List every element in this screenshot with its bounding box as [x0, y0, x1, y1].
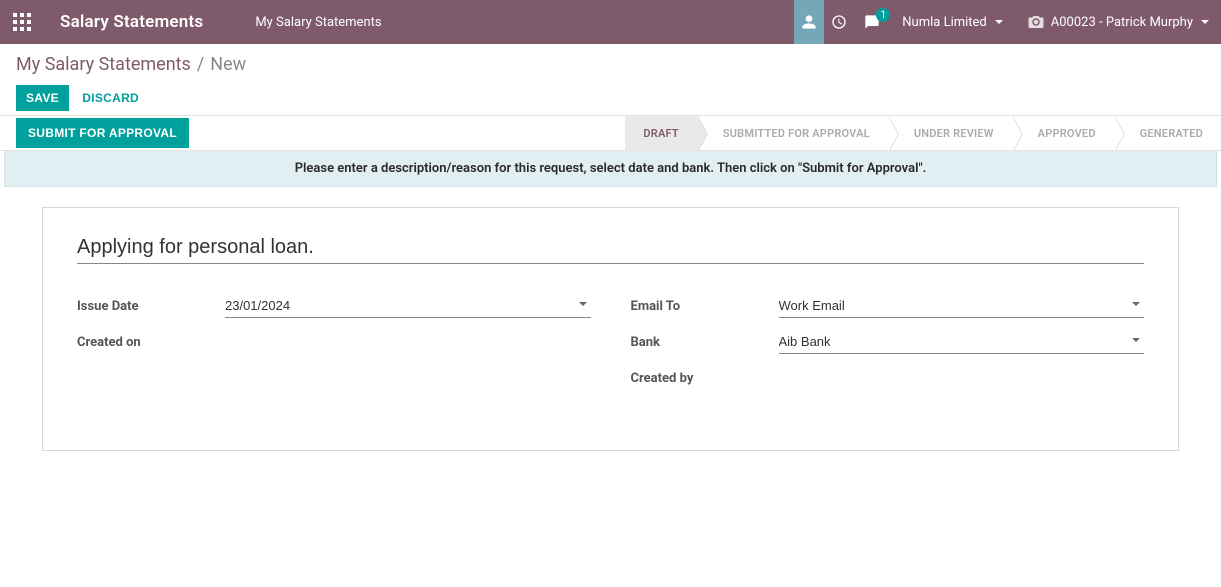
breadcrumb: My Salary Statements / New	[16, 54, 1205, 75]
save-button[interactable]: SAVE	[16, 85, 69, 111]
systray-activity-icon[interactable]	[824, 0, 854, 44]
bank-select[interactable]	[779, 330, 1145, 354]
info-banner: Please enter a description/reason for th…	[4, 151, 1217, 187]
status-step-submitted[interactable]: SUBMITTED FOR APPROVAL	[697, 116, 888, 150]
systray-messaging-icon[interactable]: 1	[854, 0, 890, 44]
user-icon	[801, 14, 817, 30]
chevron-down-icon	[1201, 20, 1209, 24]
breadcrumb-root[interactable]: My Salary Statements	[16, 54, 191, 75]
chevron-down-icon	[995, 20, 1003, 24]
form-column-right: Email To Bank Created by	[631, 292, 1145, 400]
label-bank: Bank	[631, 335, 779, 350]
sheet-wrap: Issue Date Created on Email To	[0, 187, 1221, 471]
company-name: Numla Limited	[902, 15, 987, 30]
description-input[interactable]	[77, 232, 1144, 264]
status-step-generated[interactable]: GENERATED	[1114, 116, 1221, 150]
breadcrumb-current: New	[210, 54, 246, 75]
status-step-draft[interactable]: DRAFT	[625, 116, 696, 150]
label-created-on: Created on	[77, 335, 225, 350]
apps-grid-icon	[13, 13, 31, 31]
label-created-by: Created by	[631, 371, 779, 386]
menu-my-salary-statements[interactable]: My Salary Statements	[243, 15, 393, 30]
user-name: A00023 - Patrick Murphy	[1051, 15, 1193, 30]
status-steps: DRAFT SUBMITTED FOR APPROVAL UNDER REVIE…	[625, 116, 1221, 150]
label-issue-date: Issue Date	[77, 299, 225, 314]
discard-button[interactable]: DISCARD	[72, 85, 149, 111]
label-email-to: Email To	[631, 299, 779, 314]
breadcrumb-separator: /	[197, 54, 204, 75]
chat-badge: 1	[876, 8, 890, 22]
user-dropdown[interactable]: A00023 - Patrick Murphy	[1015, 13, 1221, 31]
camera-icon	[1027, 13, 1045, 31]
statusbar: SUBMIT FOR APPROVAL DRAFT SUBMITTED FOR …	[0, 115, 1221, 151]
form-column-left: Issue Date Created on	[77, 292, 591, 400]
topbar: Salary Statements My Salary Statements 1…	[0, 0, 1221, 44]
systray-user-icon[interactable]	[794, 0, 824, 44]
apps-icon[interactable]	[0, 0, 44, 44]
issue-date-input[interactable]	[225, 294, 591, 318]
submit-for-approval-button[interactable]: SUBMIT FOR APPROVAL	[16, 118, 189, 148]
control-panel: My Salary Statements / New SAVE DISCARD	[0, 44, 1221, 115]
clock-icon	[831, 14, 847, 30]
status-step-approved[interactable]: APPROVED	[1012, 116, 1114, 150]
email-to-select[interactable]	[779, 294, 1145, 318]
form-sheet: Issue Date Created on Email To	[42, 207, 1179, 451]
status-step-review[interactable]: UNDER REVIEW	[888, 116, 1012, 150]
company-dropdown[interactable]: Numla Limited	[890, 15, 1015, 30]
app-brand[interactable]: Salary Statements	[44, 12, 243, 32]
